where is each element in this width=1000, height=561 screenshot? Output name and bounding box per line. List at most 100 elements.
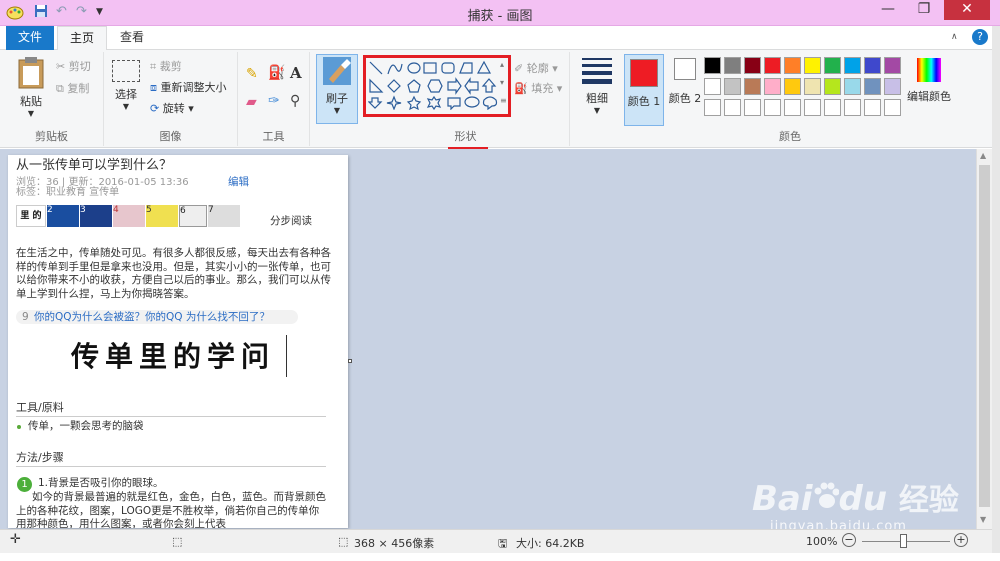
color1-label: 颜色 1 bbox=[627, 95, 661, 108]
thumb-7: 7 bbox=[208, 205, 240, 227]
palette-swatch[interactable] bbox=[844, 78, 861, 95]
size-button[interactable]: 粗细 ▼ bbox=[576, 58, 618, 115]
palette-swatch[interactable] bbox=[824, 78, 841, 95]
size-chevron-icon[interactable]: ▼ bbox=[576, 106, 618, 115]
shapes-gallery[interactable] bbox=[368, 60, 500, 110]
ribbon-tabs: 文件 主页 查看 ∧ ? bbox=[0, 26, 1000, 51]
text-tool-icon[interactable]: A bbox=[290, 64, 302, 82]
fill-bucket-icon[interactable]: ⛽ bbox=[268, 65, 285, 81]
palette-swatch[interactable] bbox=[764, 57, 781, 74]
color1-swatch bbox=[630, 59, 658, 87]
maximize-button[interactable]: ❐ bbox=[908, 0, 940, 20]
select-rect-icon bbox=[112, 60, 140, 82]
shapes-scroll-down-icon[interactable]: ▾ bbox=[500, 78, 504, 87]
zoom-in-button[interactable]: + bbox=[954, 533, 968, 547]
shapes-more-icon[interactable]: ≡ bbox=[500, 96, 507, 105]
canvas-area[interactable]: 从一张传单可以学到什么？ 浏览：36 | 更新：2016-01-05 13:36… bbox=[0, 149, 976, 534]
window-title: 捕获 - 画图 bbox=[467, 9, 533, 24]
palette-swatch[interactable] bbox=[744, 78, 761, 95]
color1-button[interactable]: 颜色 1 bbox=[624, 54, 664, 126]
palette-swatch[interactable] bbox=[864, 57, 881, 74]
tab-view[interactable]: 查看 bbox=[108, 26, 156, 50]
crop-button[interactable]: ⌗ 裁剪 bbox=[150, 58, 182, 74]
palette-empty-swatch[interactable] bbox=[764, 99, 781, 116]
outline-button[interactable]: ✐ 轮廓 ▾ bbox=[514, 60, 558, 76]
shapes-scroll-up-icon[interactable]: ▴ bbox=[500, 60, 504, 69]
tab-home[interactable]: 主页 bbox=[57, 26, 108, 51]
color-palette bbox=[704, 57, 904, 121]
step-thumbnails: 里 的 2 3 4 5 6 7 bbox=[16, 205, 240, 227]
palette-empty-swatch[interactable] bbox=[884, 99, 901, 116]
palette-empty-swatch[interactable] bbox=[804, 99, 821, 116]
palette-swatch[interactable] bbox=[704, 78, 721, 95]
scroll-down-arrow-icon[interactable]: ▼ bbox=[980, 515, 986, 524]
minimize-button[interactable]: — bbox=[872, 0, 904, 20]
cut-button[interactable]: ✂ 剪切 bbox=[56, 58, 91, 74]
edit-colors-button[interactable]: 编辑颜色 bbox=[904, 58, 954, 104]
rotate-button[interactable]: ⟳ 旋转 ▾ bbox=[150, 100, 194, 116]
file-size-icon: 🖫 bbox=[498, 537, 508, 550]
zoom-level: 100% bbox=[806, 535, 838, 548]
palette-swatch[interactable] bbox=[804, 57, 821, 74]
brush-button[interactable]: 刷子 ▼ bbox=[316, 54, 358, 124]
palette-swatch[interactable] bbox=[764, 78, 781, 95]
canvas-image[interactable]: 从一张传单可以学到什么？ 浏览：36 | 更新：2016-01-05 13:36… bbox=[8, 155, 348, 528]
select-label: 选择 bbox=[115, 88, 137, 101]
fill-button[interactable]: ⛽ 填充 ▾ bbox=[514, 80, 562, 96]
right-edge bbox=[992, 26, 1000, 561]
palette-swatch[interactable] bbox=[884, 57, 901, 74]
palette-swatch[interactable] bbox=[744, 57, 761, 74]
clipboard-icon bbox=[18, 57, 44, 89]
ribbon: 粘贴 ▼ ✂ 剪切 ⧉ 复制 剪贴板 选择 ▼ ⌗ 裁剪 ⧈ 重新调整大小 ⟳ … bbox=[0, 50, 1000, 150]
resize-handle[interactable] bbox=[348, 359, 352, 363]
collapse-ribbon-chevron-icon[interactable]: ∧ bbox=[951, 32, 958, 42]
step-1-badge: 1 bbox=[17, 477, 32, 492]
palette-empty-swatch[interactable] bbox=[844, 99, 861, 116]
palette-swatch[interactable] bbox=[724, 78, 741, 95]
help-icon[interactable]: ? bbox=[972, 29, 988, 45]
pencil-icon[interactable]: ✎ bbox=[246, 66, 258, 82]
palette-empty-swatch[interactable] bbox=[864, 99, 881, 116]
palette-swatch[interactable] bbox=[784, 78, 801, 95]
palette-swatch[interactable] bbox=[824, 57, 841, 74]
zoom-out-button[interactable]: − bbox=[842, 533, 856, 547]
paste-button[interactable]: 粘贴 ▼ bbox=[10, 56, 52, 118]
brush-label: 刷子 bbox=[326, 92, 348, 105]
palette-swatch[interactable] bbox=[704, 57, 721, 74]
brush-chevron-icon: ▼ bbox=[333, 106, 341, 115]
select-button[interactable]: 选择 ▼ bbox=[108, 60, 144, 111]
thumb-3: 3 bbox=[80, 205, 112, 227]
palette-swatch[interactable] bbox=[864, 78, 881, 95]
palette-swatch[interactable] bbox=[844, 57, 861, 74]
calligraphy-banner: 传单里的学问 bbox=[70, 340, 275, 373]
vertical-scrollbar[interactable]: ▲ ▼ bbox=[976, 149, 992, 529]
palette-empty-swatch[interactable] bbox=[784, 99, 801, 116]
palette-empty-swatch[interactable] bbox=[724, 99, 741, 116]
copy-button[interactable]: ⧉ 复制 bbox=[56, 80, 89, 96]
edit-colors-label: 编辑颜色 bbox=[907, 90, 951, 103]
eraser-icon[interactable]: ▰ bbox=[246, 94, 257, 110]
palette-empty-swatch[interactable] bbox=[744, 99, 761, 116]
tools-group: ✎ ⛽ A ▰ ✑ ⚲ 工具 bbox=[238, 52, 310, 146]
zoom-slider-thumb[interactable] bbox=[900, 534, 907, 548]
palette-empty-swatch[interactable] bbox=[704, 99, 721, 116]
palette-swatch[interactable] bbox=[784, 57, 801, 74]
palette-empty-swatch[interactable] bbox=[824, 99, 841, 116]
color2-button[interactable]: 颜色 2 bbox=[666, 58, 704, 106]
close-button[interactable]: ✕ bbox=[944, 0, 990, 20]
line-weight-icon bbox=[582, 58, 612, 84]
scroll-up-arrow-icon[interactable]: ▲ bbox=[980, 151, 986, 160]
thumb-4: 4 bbox=[113, 205, 145, 227]
resize-button[interactable]: ⧈ 重新调整大小 bbox=[150, 79, 227, 95]
image-group: 选择 ▼ ⌗ 裁剪 ⧈ 重新调整大小 ⟳ 旋转 ▾ 图像 bbox=[104, 52, 238, 146]
color2-swatch bbox=[674, 58, 696, 80]
color-picker-icon[interactable]: ✑ bbox=[268, 93, 280, 109]
palette-swatch[interactable] bbox=[724, 57, 741, 74]
magnifier-icon[interactable]: ⚲ bbox=[290, 93, 300, 109]
palette-swatch[interactable] bbox=[804, 78, 821, 95]
shapes-group: ▴ ▾ ≡ ✐ 轮廓 ▾ ⛽ 填充 ▾ 形状 bbox=[362, 52, 570, 150]
method-divider bbox=[16, 466, 326, 467]
tab-file[interactable]: 文件 bbox=[6, 26, 55, 50]
palette-swatch[interactable] bbox=[884, 78, 901, 95]
scroll-thumb[interactable] bbox=[979, 165, 990, 507]
